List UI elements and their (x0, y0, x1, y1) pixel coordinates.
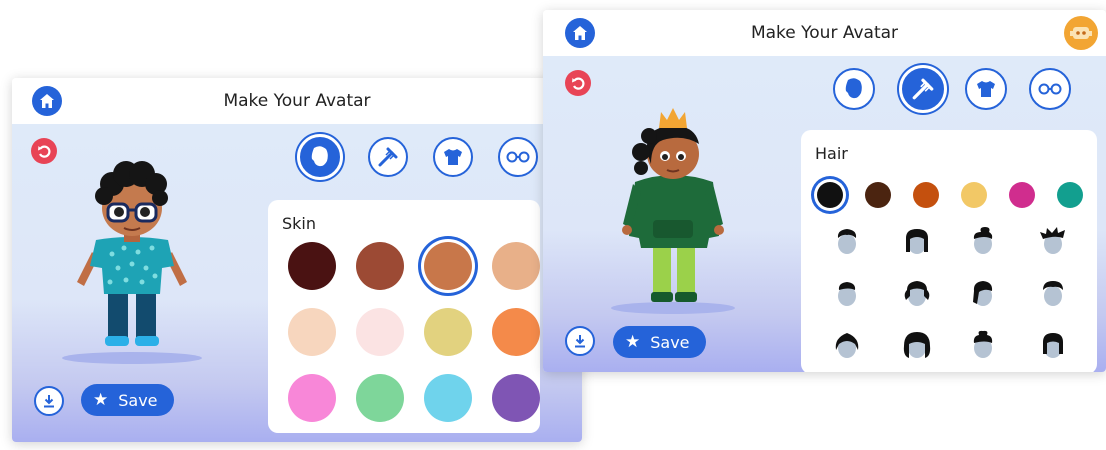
shirt-icon (977, 81, 995, 97)
hair-style-option[interactable] (901, 330, 933, 362)
hair-picker-card: Hair (801, 130, 1097, 372)
skin-swatch[interactable] (356, 242, 404, 290)
hair-style-option[interactable] (831, 330, 863, 362)
avatar-hand-right (714, 225, 724, 235)
home-icon (40, 94, 54, 108)
page-title: Make Your Avatar (750, 23, 899, 43)
skin-swatch[interactable] (424, 374, 472, 422)
skin-swatch[interactable] (356, 374, 404, 422)
hair-style-option[interactable] (1037, 278, 1069, 310)
shirt-icon (444, 149, 462, 165)
category-face-button[interactable] (833, 68, 875, 110)
face-icon (311, 146, 328, 167)
avatar-hand-left (622, 225, 632, 235)
undo-icon (572, 77, 585, 90)
skin-swatch[interactable] (492, 308, 540, 356)
hair-style-option[interactable] (831, 278, 863, 310)
avatar-shadow (611, 302, 735, 314)
undo-button[interactable] (565, 70, 591, 96)
editor-area: ★ Save (12, 124, 582, 442)
skin-section-title: Skin (282, 214, 317, 233)
skin-swatch[interactable] (288, 374, 336, 422)
hair-style-option[interactable] (967, 278, 999, 310)
skin-swatch[interactable] (288, 308, 336, 356)
header: Make Your Avatar (12, 78, 582, 124)
editor-area: ★ Save (543, 56, 1106, 372)
hair-color-swatch[interactable] (1009, 182, 1035, 208)
category-hair-button[interactable] (899, 65, 947, 113)
avatar-editor-skin: Make Your Avatar ★ Save Skin (12, 78, 582, 442)
home-button[interactable] (32, 86, 62, 116)
download-icon (44, 395, 54, 408)
home-icon (573, 26, 587, 40)
hair-color-swatch[interactable] (1057, 182, 1083, 208)
hair-color-swatch[interactable] (913, 182, 939, 208)
skin-swatch[interactable] (424, 308, 472, 356)
avatar-hoodie-pocket (653, 220, 693, 238)
category-clothes-button[interactable] (965, 68, 1007, 110)
avatar-shadow (62, 352, 202, 364)
hair-style-option[interactable] (967, 226, 999, 258)
star-icon: ★ (93, 390, 109, 410)
glasses-icon (1038, 83, 1062, 95)
download-icon (575, 335, 585, 348)
hair-style-option[interactable] (967, 330, 999, 362)
save-button[interactable]: ★ Save (613, 326, 706, 358)
home-button[interactable] (565, 18, 595, 48)
save-label: Save (118, 390, 158, 410)
category-hair-button[interactable] (368, 137, 408, 177)
category-face-button[interactable] (297, 134, 343, 180)
save-label: Save (650, 332, 690, 352)
skin-swatch[interactable] (492, 242, 540, 290)
undo-icon (38, 145, 51, 158)
hair-style-option[interactable] (901, 278, 933, 310)
comb-icon (378, 147, 398, 167)
avatar-shoe-right (675, 292, 697, 302)
skin-swatch[interactable] (288, 242, 336, 290)
avatar-shoe-left (651, 292, 673, 302)
avatar-shoe-right (135, 336, 159, 346)
face-icon (845, 78, 862, 99)
page-title: Make Your Avatar (223, 91, 371, 111)
hair-style-option[interactable] (901, 226, 933, 258)
avatar-leg-right (136, 292, 156, 338)
star-icon: ★ (625, 332, 641, 352)
comb-icon (912, 78, 934, 100)
avatar-preview (611, 108, 735, 314)
category-glasses-button[interactable] (1029, 68, 1071, 110)
hair-section-title: Hair (815, 144, 848, 163)
download-button[interactable] (34, 386, 64, 416)
skin-picker-card: Skin (268, 200, 540, 433)
avatar-leg-left (653, 240, 671, 294)
skin-swatch[interactable] (492, 374, 540, 422)
avatar-preview (62, 161, 202, 364)
hair-color-swatch[interactable] (817, 182, 843, 208)
hair-color-swatch[interactable] (961, 182, 987, 208)
category-clothes-button[interactable] (433, 137, 473, 177)
avatar-shoe-left (105, 336, 129, 346)
hair-style-option[interactable] (831, 226, 863, 258)
hair-style-option[interactable] (1037, 226, 1069, 258)
robot-icon (1070, 27, 1092, 39)
profile-button[interactable] (1064, 16, 1098, 50)
avatar-leg-left (108, 292, 128, 338)
category-glasses-button[interactable] (498, 137, 538, 177)
avatar-leg-right (677, 240, 695, 294)
header: Make Your Avatar (543, 10, 1106, 56)
avatar-editor-hair: Make Your Avatar ★ Save Hair (543, 10, 1106, 372)
hair-style-option[interactable] (1037, 330, 1069, 362)
skin-swatch[interactable] (356, 308, 404, 356)
download-button[interactable] (565, 326, 595, 356)
skin-swatch[interactable] (424, 242, 472, 290)
glasses-icon (506, 151, 530, 163)
save-button[interactable]: ★ Save (81, 384, 174, 416)
avatar-crown (659, 108, 687, 128)
hair-color-swatch[interactable] (865, 182, 891, 208)
